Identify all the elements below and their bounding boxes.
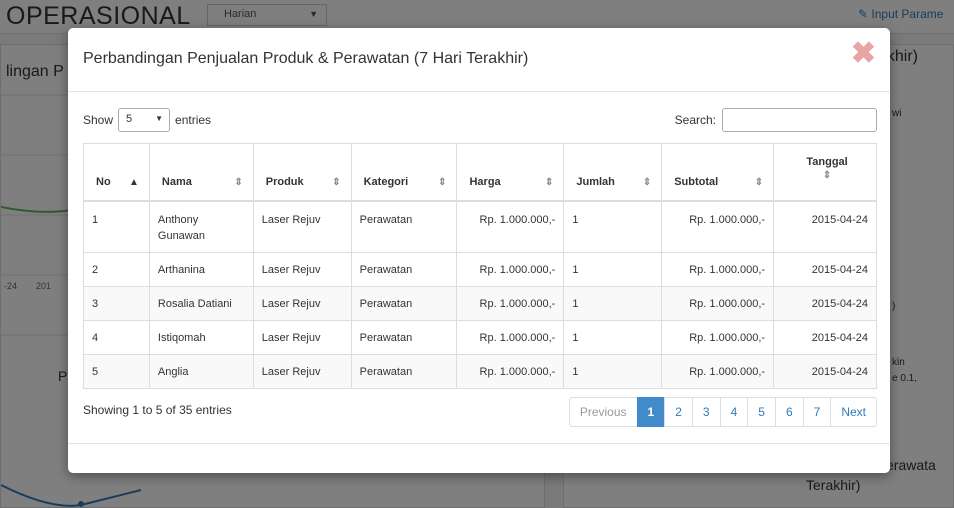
sort-icon: ⇕ <box>642 176 652 188</box>
search-label: Search: <box>674 113 716 127</box>
table-row: 5 Anglia Laser Rejuv Perawatan Rp. 1.000… <box>83 354 877 389</box>
sort-asc-icon: ▲ <box>128 176 139 188</box>
pagination-page-6[interactable]: 6 <box>774 397 804 427</box>
pagination-previous-button[interactable]: Previous <box>568 397 638 427</box>
chevron-down-icon: ▼ <box>155 114 164 123</box>
column-header-kategori[interactable]: Kategori ⇕ <box>350 143 458 201</box>
column-header-produk[interactable]: Produk ⇕ <box>252 143 352 201</box>
table-header-row: No ▲ Nama ⇕ Produk ⇕ Kategori ⇕ Harga ⇕ Jumla… <box>83 143 877 201</box>
column-header-no[interactable]: No ▲ <box>83 143 150 201</box>
column-header-subtotal[interactable]: Subtotal ⇕ <box>661 143 775 201</box>
table-row: 4 Istiqomah Laser Rejuv Perawatan Rp. 1.… <box>83 320 877 355</box>
pagination: Previous 1 2 3 4 5 6 7 Next <box>568 397 877 427</box>
modal-footer <box>68 443 890 473</box>
column-header-tanggal[interactable]: Tanggal ⇕ <box>773 143 877 201</box>
close-icon[interactable]: ✖ <box>851 36 876 71</box>
modal-title: Perbandingan Penjualan Produk & Perawata… <box>83 50 529 67</box>
entries-label: entries <box>175 113 212 127</box>
show-label: Show <box>83 113 114 127</box>
entries-length-control: Show 5 ▼ entries <box>83 108 211 132</box>
sales-table: No ▲ Nama ⇕ Produk ⇕ Kategori ⇕ Harga ⇕ Jumla… <box>83 143 877 389</box>
modal-dialog: Perbandingan Penjualan Produk & Perawata… <box>68 28 890 473</box>
search-input[interactable] <box>722 108 877 132</box>
sort-icon: ⇕ <box>822 170 832 181</box>
sort-icon: ⇕ <box>754 176 764 188</box>
table-row: 1 Anthony Gunawan Laser Rejuv Perawatan … <box>83 200 877 253</box>
sort-icon: ⇕ <box>234 176 243 188</box>
entries-select[interactable]: 5 ▼ <box>118 108 171 132</box>
table-controls: Show 5 ▼ entries Search: <box>83 92 877 136</box>
search-control: Search: <box>675 108 877 132</box>
column-header-nama[interactable]: Nama ⇕ <box>148 143 254 201</box>
pagination-page-2[interactable]: 2 <box>664 397 693 427</box>
table-footer: Showing 1 to 5 of 35 entries Previous 1 … <box>83 389 877 439</box>
pagination-page-3[interactable]: 3 <box>691 397 721 427</box>
pagination-page-5[interactable]: 5 <box>747 397 776 427</box>
pagination-page-7[interactable]: 7 <box>802 397 832 427</box>
modal-header: Perbandingan Penjualan Produk & Perawata… <box>68 28 890 92</box>
table-info: Showing 1 to 5 of 35 entries <box>83 403 232 417</box>
sort-icon: ⇕ <box>438 176 447 188</box>
table-row: 3 Rosalia Datiani Laser Rejuv Perawatan … <box>83 286 877 321</box>
pagination-next-button[interactable]: Next <box>830 397 877 427</box>
modal-body: Show 5 ▼ entries Search: No ▲ Nama ⇕ Pro… <box>68 92 890 439</box>
table-row: 2 Arthanina Laser Rejuv Perawatan Rp. 1.… <box>83 252 877 287</box>
pagination-page-1[interactable]: 1 <box>636 397 666 427</box>
column-header-harga[interactable]: Harga ⇕ <box>456 143 565 201</box>
sort-icon: ⇕ <box>332 176 341 188</box>
sort-icon: ⇕ <box>544 176 554 188</box>
pagination-page-4[interactable]: 4 <box>719 397 749 427</box>
column-header-jumlah[interactable]: Jumlah ⇕ <box>563 143 663 201</box>
